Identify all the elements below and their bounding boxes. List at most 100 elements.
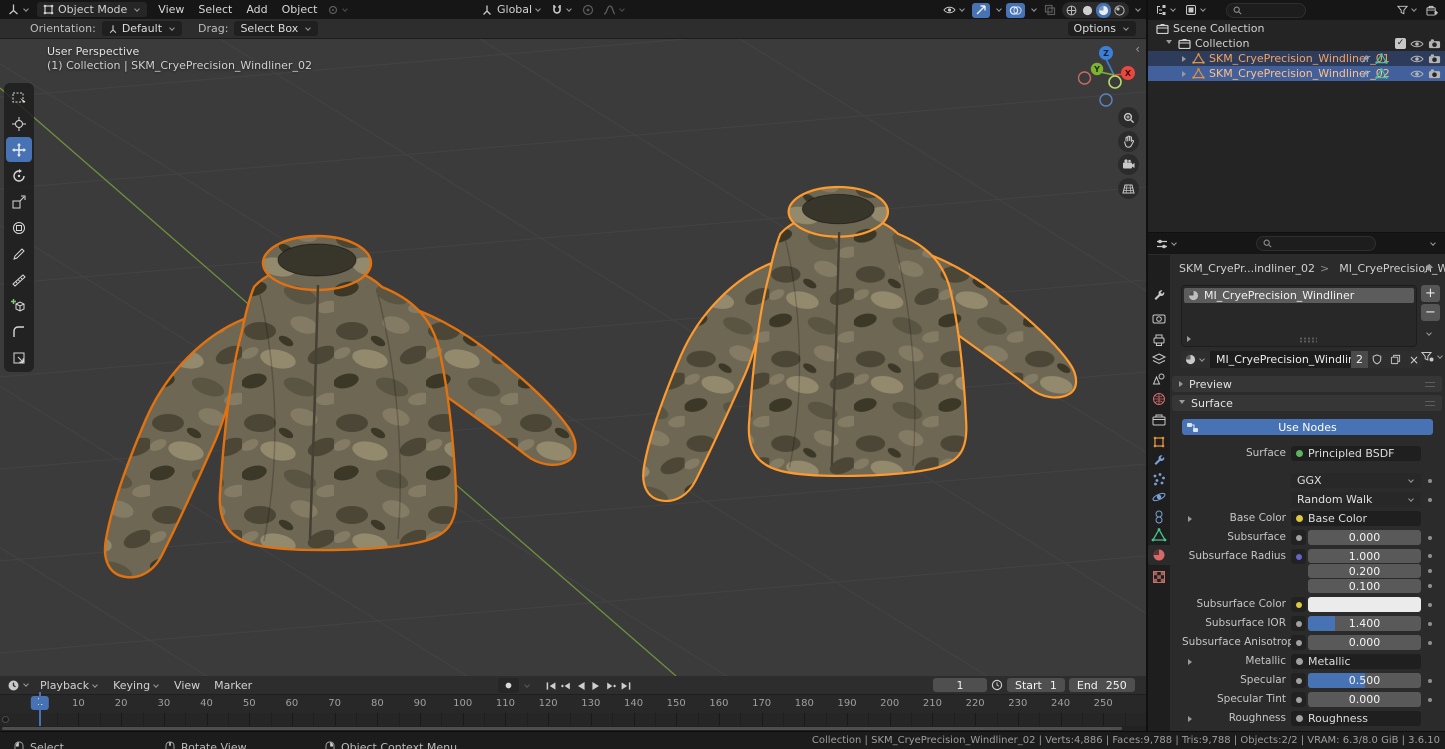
- fake-user-shield-button[interactable]: [1368, 351, 1386, 368]
- radius-z-field[interactable]: 0.100: [1308, 579, 1421, 593]
- proportional-falloff-dropdown[interactable]: [600, 2, 629, 17]
- properties-tab-render[interactable]: [1148, 309, 1170, 329]
- decorator-dot[interactable]: [1428, 622, 1432, 626]
- browse-material-button[interactable]: [1181, 351, 1210, 368]
- sss-method-dropdown[interactable]: Random Walk: [1291, 492, 1421, 507]
- slot-list-resize-grip[interactable]: [1299, 337, 1317, 343]
- object-disclosure[interactable]: [1182, 71, 1186, 77]
- input-socket[interactable]: [1291, 530, 1306, 545]
- hide-eye-icon[interactable]: [1410, 39, 1424, 49]
- camera-visibility-icon[interactable]: [1428, 53, 1441, 64]
- remove-material-slot-button[interactable]: −: [1421, 304, 1440, 321]
- properties-tab-collection[interactable]: [1148, 410, 1170, 430]
- play-button[interactable]: [588, 679, 603, 693]
- visibility-dropdown[interactable]: [940, 3, 969, 18]
- radius-x-field[interactable]: 1.000: [1308, 549, 1421, 563]
- properties-search-input[interactable]: [1256, 236, 1376, 251]
- orientation-select[interactable]: Default: [102, 21, 182, 36]
- decorator-dot[interactable]: [1428, 584, 1432, 588]
- input-socket[interactable]: [1291, 616, 1306, 631]
- material-slot-selected[interactable]: MI_CryePrecision_Windliner: [1184, 288, 1414, 303]
- decorator-dot[interactable]: [1428, 498, 1432, 502]
- tool-extra-tool-2[interactable]: [6, 345, 32, 370]
- properties-tab-tool[interactable]: [1148, 285, 1170, 305]
- options-dropdown[interactable]: Options: [1068, 21, 1136, 36]
- tool-rotate[interactable]: [6, 163, 32, 188]
- subsurface-slider[interactable]: 0.000: [1308, 530, 1421, 545]
- radius-y-field[interactable]: 0.200: [1308, 564, 1421, 578]
- tool-annotate[interactable]: [6, 241, 32, 266]
- menu-view-timeline[interactable]: View: [167, 679, 207, 692]
- play-reverse-button[interactable]: [573, 679, 588, 693]
- outliner-search-input[interactable]: [1226, 3, 1306, 18]
- clock-icon[interactable]: [991, 679, 1003, 691]
- decorator-dot[interactable]: [1428, 479, 1432, 483]
- start-frame-field[interactable]: Start1: [1007, 678, 1065, 692]
- jump-start-button[interactable]: [543, 679, 558, 693]
- outliner-row-scene-collection[interactable]: Scene Collection: [1148, 21, 1445, 36]
- editor-type-outliner-button[interactable]: [1152, 3, 1180, 18]
- slot-specials-dropdown[interactable]: [1426, 330, 1432, 336]
- shading-wireframe-button[interactable]: [1064, 3, 1079, 18]
- hide-eye-icon[interactable]: [1410, 69, 1424, 79]
- panel-drag-grip[interactable]: [1425, 382, 1435, 387]
- input-socket[interactable]: [1291, 549, 1306, 564]
- input-socket[interactable]: [1291, 597, 1306, 612]
- material-slot-list[interactable]: MI_CryePrecision_Windliner: [1181, 285, 1417, 347]
- decorator-dot[interactable]: [1428, 554, 1432, 558]
- outliner-filter-dropdown[interactable]: [1394, 3, 1421, 18]
- perspective-toggle-button[interactable]: [1118, 178, 1139, 199]
- subsurface-anisotropy-slider[interactable]: 0.000: [1308, 635, 1421, 650]
- expand-arrow[interactable]: [1188, 659, 1192, 665]
- editor-type-timeline-button[interactable]: [4, 678, 33, 693]
- surface-shader-field[interactable]: Principled BSDF: [1291, 446, 1421, 461]
- gizmo-neg-x[interactable]: [1079, 72, 1091, 84]
- camera-visibility-icon[interactable]: [1428, 68, 1441, 79]
- collection-disclosure[interactable]: [1166, 40, 1172, 47]
- menu-playback[interactable]: Playback: [33, 679, 106, 692]
- outliner-display-mode-dropdown[interactable]: [1182, 3, 1210, 18]
- properties-options-dropdown[interactable]: [1430, 240, 1436, 246]
- tool-extra-tool-1[interactable]: [6, 319, 32, 344]
- viewport-3d[interactable]: User Perspective (1) Collection | SKM_Cr…: [0, 39, 1146, 676]
- auto-keying-toggle[interactable]: [498, 678, 519, 693]
- tool-transform[interactable]: [6, 215, 32, 240]
- breadcrumb-object[interactable]: SKM_CryePr...indliner_02: [1179, 262, 1315, 275]
- tool-move[interactable]: [6, 137, 32, 162]
- decorator-dot[interactable]: [1428, 641, 1432, 645]
- properties-tab-material[interactable]: [1148, 545, 1170, 565]
- decorator-dot[interactable]: [1428, 679, 1432, 683]
- panel-surface[interactable]: Surface: [1172, 395, 1442, 411]
- decorator-dot[interactable]: [1428, 603, 1432, 607]
- prev-keyframe-button[interactable]: [558, 679, 573, 693]
- jump-end-button[interactable]: [618, 679, 633, 693]
- proportional-edit-toggle[interactable]: [579, 2, 597, 17]
- tool-scale[interactable]: [6, 189, 32, 214]
- outliner-row-collection[interactable]: Collection ✓: [1148, 36, 1445, 51]
- timeline-tracks[interactable]: [0, 713, 1146, 726]
- shading-dropdown[interactable]: [1135, 6, 1141, 12]
- properties-tab-texture[interactable]: [1148, 567, 1170, 587]
- mode-dropdown[interactable]: Object Mode: [37, 2, 147, 17]
- material-specials-dropdown[interactable]: [1421, 351, 1444, 363]
- input-socket[interactable]: [1291, 635, 1306, 650]
- menu-add[interactable]: Add: [239, 3, 274, 16]
- playhead[interactable]: [39, 692, 41, 726]
- collection-checkbox[interactable]: ✓: [1395, 38, 1406, 49]
- xray-toggle[interactable]: [1041, 3, 1059, 18]
- properties-tab-physics[interactable]: [1148, 487, 1170, 507]
- decorator-dot[interactable]: [1428, 569, 1432, 573]
- object-disclosure[interactable]: [1182, 56, 1186, 62]
- jacket-object-01[interactable]: [105, 236, 576, 577]
- gizmo-neg-z[interactable]: [1100, 94, 1112, 106]
- menu-keying[interactable]: Keying: [106, 679, 167, 692]
- jacket-object-02[interactable]: [643, 187, 1076, 501]
- outliner-row-object[interactable]: SKM_CryePrecision_Windliner_01: [1148, 51, 1445, 66]
- overlays-toggle[interactable]: [1006, 3, 1025, 18]
- camera-visibility-icon[interactable]: [1428, 38, 1441, 49]
- properties-tab-view-layer[interactable]: [1148, 349, 1170, 369]
- snap-dropdown[interactable]: [548, 2, 576, 17]
- input-socket[interactable]: [1291, 673, 1306, 688]
- pin-icon[interactable]: [1423, 263, 1434, 274]
- decorator-dot[interactable]: [1428, 536, 1432, 540]
